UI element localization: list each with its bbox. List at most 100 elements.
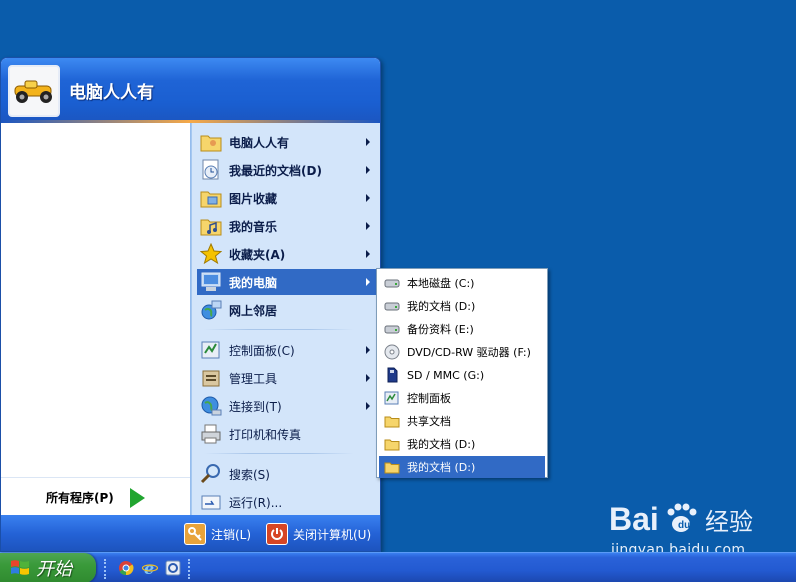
places-item-label: 图片收藏 <box>229 191 278 206</box>
green-arrow-icon <box>130 488 145 508</box>
printer-fax-icon <box>199 422 223 446</box>
chevron-right-icon <box>366 138 370 146</box>
shutdown-button[interactable]: 关闭计算机(U) <box>266 521 371 547</box>
places-item-recent-docs[interactable]: 我最近的文档(D) <box>197 157 378 183</box>
submenu-item-label: 我的文档 (D:) <box>407 461 476 474</box>
hard-disk-icon <box>383 320 401 338</box>
baidu-logo-icon: Bai du 经验 <box>609 501 753 537</box>
places-item-network[interactable]: 网上邻居 <box>197 297 378 323</box>
places-item-label: 连接到(T) <box>229 399 282 414</box>
logoff-label: 注销(L) <box>211 527 252 542</box>
places-item-run[interactable]: 运行(R)... <box>197 489 378 515</box>
svg-text:du: du <box>678 520 690 531</box>
svg-text:Bai: Bai <box>609 501 659 537</box>
submenu-item-label: 我的文档 (D:) <box>407 300 476 313</box>
submenu-item-label: 我的文档 (D:) <box>407 438 476 451</box>
shutdown-label: 关闭计算机(U) <box>293 527 372 542</box>
cd-drive-icon <box>383 343 401 361</box>
submenu-item-label: 控制面板 <box>407 392 451 405</box>
places-item-label: 运行(R)... <box>229 495 283 510</box>
places-item-label: 收藏夹(A) <box>229 247 286 262</box>
submenu-item-control-panel[interactable]: 控制面板 <box>379 387 545 409</box>
svg-text:经验: 经验 <box>705 508 753 536</box>
submenu-item-documents-d[interactable]: 我的文档 (D:) <box>379 295 545 317</box>
submenu-item-dvd-f[interactable]: DVD/CD-RW 驱动器 (F:) <box>379 341 545 363</box>
chevron-right-icon <box>366 402 370 410</box>
start-menu: 电脑人人有 所有程序(P) 电脑人人有 我最近的文档(D) 图片收藏 我的音乐 … <box>0 57 381 552</box>
places-item-label: 我的音乐 <box>229 219 278 234</box>
places-item-user-folder[interactable]: 电脑人人有 <box>197 129 378 155</box>
places-item-label: 我最近的文档(D) <box>229 163 322 178</box>
folder-user-icon <box>199 130 223 154</box>
pinned-programs-pane: 所有程序(P) <box>1 123 191 515</box>
places-item-search[interactable]: 搜索(S) <box>197 461 378 487</box>
submenu-item-my-docs-folder[interactable]: 我的文档 (D:) <box>379 433 545 455</box>
logoff-button[interactable]: 注销(L) <box>184 521 251 547</box>
app-icon[interactable] <box>165 560 181 576</box>
places-item-my-pictures[interactable]: 图片收藏 <box>197 185 378 211</box>
my-computer-submenu: 本地磁盘 (C:) 我的文档 (D:) 备份资料 (E:) DVD/CD-RW … <box>376 268 548 478</box>
run-icon <box>199 490 223 514</box>
submenu-item-shared-docs[interactable]: 共享文档 <box>379 410 545 432</box>
submenu-item-sd-g[interactable]: SD / MMC (G:) <box>379 364 545 386</box>
start-menu-header: 电脑人人有 <box>1 58 380 123</box>
internet-explorer-icon[interactable]: e <box>141 559 159 578</box>
control-panel-icon <box>383 389 401 407</box>
chevron-right-icon <box>366 250 370 258</box>
chevron-right-icon <box>366 194 370 202</box>
submenu-item-label: 备份资料 (E:) <box>407 323 474 336</box>
control-panel-icon <box>199 338 223 362</box>
places-item-label: 管理工具 <box>229 371 278 386</box>
user-name: 电脑人人有 <box>69 83 154 103</box>
places-item-my-computer[interactable]: 我的电脑 <box>197 269 378 295</box>
start-menu-footer: 注销(L) 关闭计算机(U) <box>1 515 380 551</box>
places-item-my-music[interactable]: 我的音乐 <box>197 213 378 239</box>
chevron-right-icon <box>366 166 370 174</box>
submenu-item-label: 本地磁盘 (C:) <box>407 277 475 290</box>
places-item-label: 搜索(S) <box>229 467 270 482</box>
submenu-item-label: DVD/CD-RW 驱动器 (F:) <box>407 346 531 359</box>
network-places-icon <box>199 298 223 322</box>
start-label: 开始 <box>36 559 72 580</box>
power-icon <box>266 523 288 545</box>
search-icon <box>199 462 223 486</box>
places-item-favorites[interactable]: 收藏夹(A) <box>197 241 378 267</box>
submenu-item-my-docs-folder-selected[interactable]: 我的文档 (D:) <box>379 456 545 478</box>
places-item-label: 电脑人人有 <box>229 135 290 150</box>
places-item-control-panel[interactable]: 控制面板(C) <box>197 337 378 363</box>
submenu-item-backup-e[interactable]: 备份资料 (E:) <box>379 318 545 340</box>
places-item-label: 打印机和传真 <box>229 427 302 442</box>
favorites-star-icon <box>199 242 223 266</box>
folder-icon <box>383 435 401 453</box>
svg-text:e: e <box>144 560 154 576</box>
places-item-label: 我的电脑 <box>229 275 278 290</box>
quick-launch-grip[interactable] <box>188 559 192 579</box>
connect-to-icon <box>199 394 223 418</box>
taskbar: 开始 e <box>0 552 796 582</box>
separator <box>204 329 354 330</box>
submenu-item-local-disk-c[interactable]: 本地磁盘 (C:) <box>379 272 545 294</box>
my-music-icon <box>199 214 223 238</box>
chrome-icon[interactable] <box>118 560 134 576</box>
places-item-label: 控制面板(C) <box>229 343 295 358</box>
my-pictures-icon <box>199 186 223 210</box>
places-item-printers[interactable]: 打印机和传真 <box>197 421 378 447</box>
submenu-item-label: SD / MMC (G:) <box>407 368 485 382</box>
quick-launch-grip[interactable] <box>104 559 108 579</box>
places-item-admin-tools[interactable]: 管理工具 <box>197 365 378 391</box>
places-item-connect-to[interactable]: 连接到(T) <box>197 393 378 419</box>
submenu-item-label: 共享文档 <box>407 415 451 428</box>
folder-icon <box>383 412 401 430</box>
my-computer-icon <box>199 270 223 294</box>
all-programs-label: 所有程序(P) <box>46 491 114 505</box>
folder-icon <box>383 458 401 476</box>
recent-docs-icon <box>199 158 223 182</box>
places-item-label: 网上邻居 <box>229 303 278 318</box>
windows-flag-icon <box>10 558 30 579</box>
admin-tools-icon <box>199 366 223 390</box>
chevron-right-icon <box>366 346 370 354</box>
chevron-right-icon <box>366 222 370 230</box>
start-button[interactable]: 开始 <box>0 553 96 582</box>
all-programs-button[interactable]: 所有程序(P) <box>1 477 190 515</box>
user-avatar[interactable] <box>8 65 60 117</box>
